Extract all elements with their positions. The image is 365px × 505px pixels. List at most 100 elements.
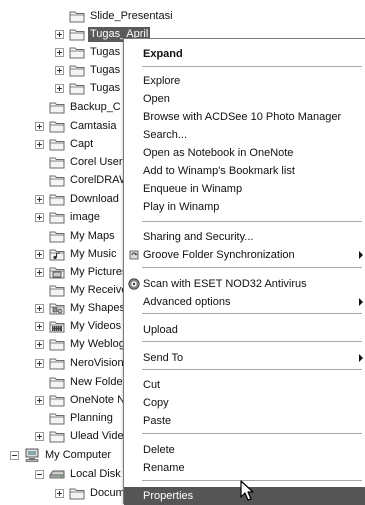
tree-node[interactable]: Tugas: [55, 43, 122, 61]
tree-node[interactable]: image: [35, 208, 102, 226]
tree-node-label: Camtasia: [70, 119, 117, 132]
folder-icon: [69, 83, 85, 95]
tree-node[interactable]: OneNote N: [35, 391, 127, 409]
mouse-cursor-icon: [240, 480, 254, 501]
menu-item-label: Enqueue in Winamp: [143, 183, 243, 195]
folder-icon: [49, 339, 65, 351]
context-menu: Expand Explore Open Browse with ACDSee 10 P…: [123, 38, 365, 505]
tree-node[interactable]: Capt: [35, 135, 95, 153]
submenu-arrow-icon: [359, 251, 363, 259]
tree-node[interactable]: Camtasia: [35, 117, 118, 135]
expand-toggle-icon[interactable]: [35, 431, 44, 441]
expand-toggle-icon[interactable]: [35, 267, 44, 277]
collapse-toggle-icon[interactable]: [35, 469, 44, 479]
tree-node[interactable]: My Shapes: [35, 299, 127, 317]
expand-toggle-icon[interactable]: [35, 358, 44, 368]
tree-node[interactable]: Tugas: [55, 61, 122, 79]
menu-item-advanced-options[interactable]: Advanced options: [124, 293, 365, 311]
submenu-arrow-icon: [359, 298, 363, 306]
menu-item-label: Browse with ACDSee 10 Photo Manager: [143, 111, 342, 123]
menu-item-search[interactable]: Search...: [124, 126, 365, 144]
menu-item-play-in-winamp[interactable]: Play in Winamp: [124, 198, 365, 216]
expand-toggle-icon[interactable]: [35, 395, 44, 405]
menu-item-copy[interactable]: Copy: [124, 394, 365, 412]
expand-toggle-icon[interactable]: [55, 488, 64, 498]
tree-node[interactable]: Tugas: [55, 79, 122, 97]
tree-node[interactable]: Local Disk: [35, 465, 123, 483]
menu-item-label: Groove Folder Synchronization: [143, 249, 295, 261]
tree-node[interactable]: My Received: [35, 281, 136, 299]
folder-icon: [69, 65, 85, 77]
tree-node[interactable]: My Videos: [35, 317, 123, 335]
menu-item-delete[interactable]: Delete: [124, 441, 365, 459]
tree-node[interactable]: Docum: [55, 484, 127, 502]
expand-toggle-icon[interactable]: [35, 139, 44, 149]
tree-node[interactable]: My Music: [35, 245, 118, 263]
tree-node-label: My Music: [70, 247, 117, 260]
tree-node-label: Local Disk: [70, 467, 121, 480]
tree-node-label: Ulead Vide: [70, 429, 124, 442]
expand-toggle-icon[interactable]: [55, 83, 64, 93]
expand-toggle-icon[interactable]: [35, 339, 44, 349]
menu-item-enqueue-in-winamp[interactable]: Enqueue in Winamp: [124, 180, 365, 198]
menu-item-groove-folder-synchronization[interactable]: Groove Folder Synchronization: [124, 246, 365, 264]
pictures-folder-icon: [49, 267, 65, 279]
menu-item-open-as-notebook-in-onenote[interactable]: Open as Notebook in OneNote: [124, 144, 365, 162]
tree-node-label: OneNote N: [70, 393, 126, 406]
expand-toggle-icon[interactable]: [35, 321, 44, 331]
tree-node-label: Capt: [70, 137, 94, 150]
tree-node[interactable]: My Pictures: [35, 263, 129, 281]
menu-item-label: Sharing and Security...: [143, 231, 254, 243]
tree-node-label: Backup_C: [70, 100, 121, 113]
tree-node[interactable]: My Maps: [35, 227, 117, 245]
tree-node[interactable]: New Folder: [35, 373, 128, 391]
expand-toggle-icon[interactable]: [35, 212, 44, 222]
menu-item-scan-with-eset-nod32-antivirus[interactable]: Scan with ESET NOD32 Antivirus: [124, 275, 365, 293]
expand-toggle-icon[interactable]: [35, 121, 44, 131]
collapse-toggle-icon[interactable]: [10, 450, 19, 460]
tree-node-label: My Computer: [45, 448, 112, 461]
shapes-folder-icon: [49, 303, 65, 315]
folder-icon: [49, 431, 65, 443]
tree-node-label: Corel User: [70, 155, 123, 168]
tree-node[interactable]: Backup_C: [35, 98, 123, 116]
menu-item-paste[interactable]: Paste: [124, 412, 365, 430]
tree-node[interactable]: My Weblog: [35, 335, 127, 353]
tree-node-label: My Weblog: [70, 337, 125, 350]
menu-item-cut[interactable]: Cut: [124, 376, 365, 394]
menu-item-label: Rename: [143, 462, 185, 474]
menu-item-browse-with-acdsee-10-photo-manager[interactable]: Browse with ACDSee 10 Photo Manager: [124, 108, 365, 126]
folder-icon: [49, 175, 65, 187]
menu-item-upload[interactable]: Upload: [124, 321, 365, 339]
expand-toggle-icon[interactable]: [35, 303, 44, 313]
menu-item-label: Open as Notebook in OneNote: [143, 147, 294, 159]
tree-node[interactable]: Download: [35, 190, 121, 208]
menu-separator: [142, 221, 362, 222]
folder-icon: [49, 413, 65, 425]
menu-item-add-to-winamp-s-bookmark-list[interactable]: Add to Winamp's Bookmark list: [124, 162, 365, 180]
expand-toggle-icon[interactable]: [55, 65, 64, 75]
expand-toggle-icon[interactable]: [35, 249, 44, 259]
expand-toggle-icon[interactable]: [55, 47, 64, 57]
menu-item-label: Scan with ESET NOD32 Antivirus: [143, 278, 307, 290]
tree-node[interactable]: Planning: [35, 409, 115, 427]
menu-item-send-to[interactable]: Send To: [124, 349, 365, 367]
tree-node[interactable]: CorelDRAW: [35, 171, 132, 189]
video-folder-icon: [49, 321, 65, 333]
tree-node[interactable]: Slide_Presentasi: [55, 7, 175, 25]
menu-item-sharing-and-security[interactable]: Sharing and Security...: [124, 228, 365, 246]
expand-toggle-icon[interactable]: [35, 194, 44, 204]
menu-item-label: Properties: [143, 490, 194, 502]
menu-item-explore[interactable]: Explore: [124, 72, 365, 90]
tree-node[interactable]: My Computer: [10, 446, 113, 464]
tree-node[interactable]: Ulead Vide: [35, 427, 126, 445]
menu-item-expand[interactable]: Expand: [124, 45, 365, 63]
menu-item-open[interactable]: Open: [124, 90, 365, 108]
menu-item-label: Delete: [143, 444, 175, 456]
menu-item-rename[interactable]: Rename: [124, 459, 365, 477]
expand-toggle-icon[interactable]: [55, 29, 64, 39]
tree-node[interactable]: Corel User: [35, 153, 125, 171]
tree-node[interactable]: NeroVision: [35, 354, 126, 372]
menu-separator: [142, 66, 362, 67]
folder-icon: [69, 11, 85, 23]
